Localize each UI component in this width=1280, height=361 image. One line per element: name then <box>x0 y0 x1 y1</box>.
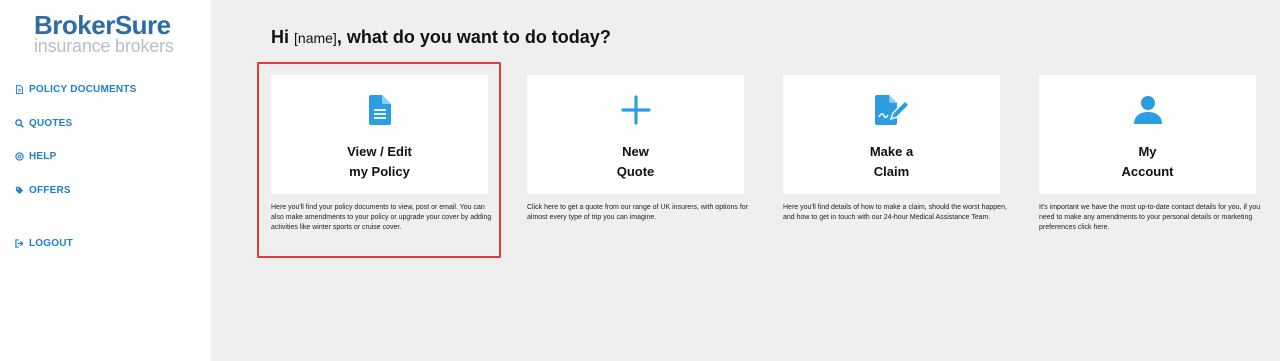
card-description: It's important we have the most up-to-da… <box>1039 204 1261 231</box>
page-title: Hi [name], what do you want to do today? <box>271 27 611 48</box>
brand-tagline: insurance brokers <box>34 36 174 56</box>
tags-icon <box>14 186 24 196</box>
signature-icon <box>783 93 1000 127</box>
sidebar-item-label: LOGOUT <box>29 238 73 249</box>
sidebar-item-logout[interactable]: LOGOUT <box>14 238 73 249</box>
sidebar-item-label: POLICY DOCUMENTS <box>29 84 137 95</box>
sidebar-item-help[interactable]: HELP <box>14 151 56 162</box>
card-title-line-1: New <box>622 144 649 159</box>
sidebar-item-policy-documents[interactable]: POLICY DOCUMENTS <box>14 84 136 95</box>
brand-logo[interactable]: BrokerSure insurance brokers <box>34 12 184 56</box>
greeting-prefix: Hi <box>271 27 289 47</box>
card-description: Here you'll find your policy documents t… <box>271 204 492 231</box>
sidebar-item-label: OFFERS <box>29 185 71 196</box>
sidebar-item-label: QUOTES <box>29 118 73 129</box>
sign-out-icon <box>14 239 24 249</box>
card-title-line-2: Quote <box>616 164 655 179</box>
make-a-claim-card[interactable]: Make a Claim <box>783 75 1000 194</box>
brand-name: BrokerSure <box>34 12 184 38</box>
card-title-line-2: Account <box>1121 164 1174 179</box>
my-account-card[interactable]: My Account <box>1039 75 1256 194</box>
card-title-line-2: Claim <box>873 164 910 179</box>
card-description: Here you'll find details of how to make … <box>783 204 1007 221</box>
card-title-line-2: my Policy <box>349 164 410 179</box>
help-circle-icon <box>14 152 24 162</box>
view-edit-policy-card[interactable]: View / Edit my Policy <box>271 75 488 194</box>
plus-icon <box>527 93 744 127</box>
sidebar-item-label: HELP <box>29 151 57 162</box>
card-title-line-1: Make a <box>869 144 914 159</box>
card-title-line-1: My <box>1138 144 1157 159</box>
user-icon <box>1039 93 1256 127</box>
document-icon <box>271 93 488 127</box>
greeting-suffix: , what do you want to do today? <box>336 27 611 47</box>
new-quote-card[interactable]: New Quote <box>527 75 744 194</box>
sidebar-item-quotes[interactable]: QUOTES <box>14 118 72 129</box>
sidebar: BrokerSure insurance brokers POLICY DOCU… <box>0 0 211 361</box>
document-icon <box>14 85 24 95</box>
sidebar-item-offers[interactable]: OFFERS <box>14 185 71 196</box>
user-name-placeholder: [name] <box>294 30 337 46</box>
card-title-line-1: View / Edit <box>347 144 412 159</box>
card-description: Click here to get a quote from our range… <box>527 204 748 221</box>
search-icon <box>14 119 24 129</box>
